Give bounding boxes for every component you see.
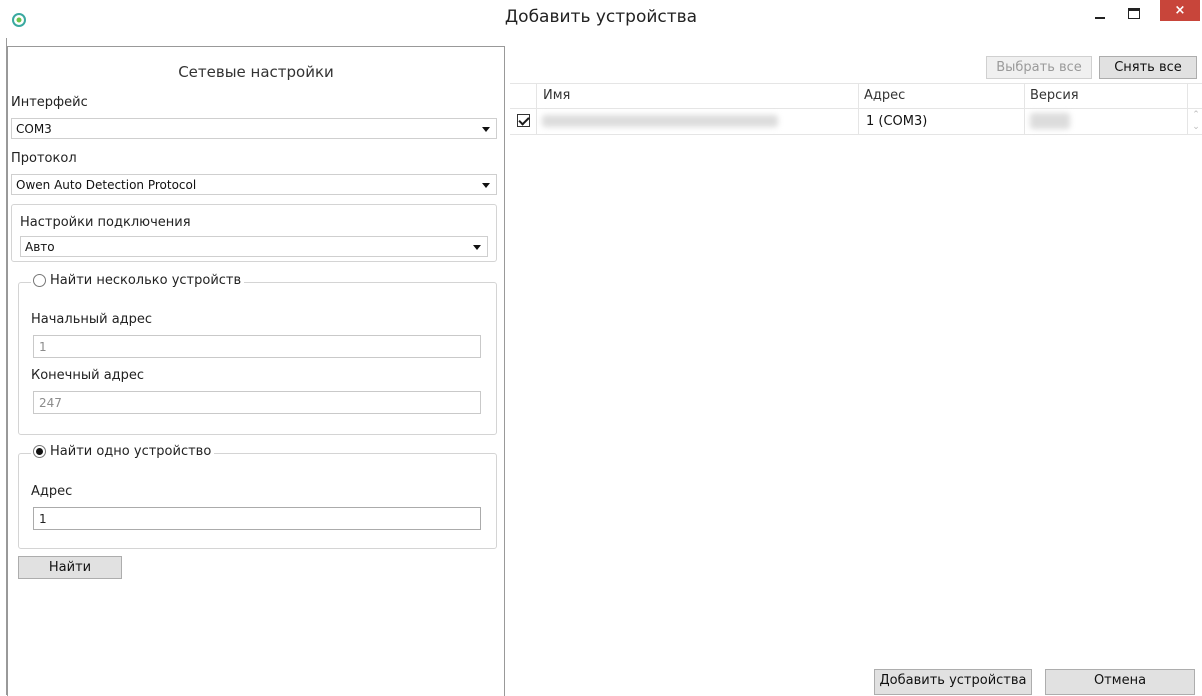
- scroll-arrows-icon[interactable]: ⌃ ⌄: [1190, 109, 1202, 135]
- column-header-version[interactable]: Версия: [1030, 88, 1079, 103]
- end-address-label: Конечный адрес: [31, 368, 145, 383]
- close-button[interactable]: ×: [1160, 0, 1200, 21]
- address-input[interactable]: 1: [33, 507, 481, 530]
- chevron-down-icon: [473, 245, 481, 250]
- end-address-input[interactable]: 247: [33, 391, 481, 414]
- table-header: Имя Адрес Версия: [510, 83, 1202, 109]
- connection-value: Авто: [25, 240, 55, 254]
- network-settings-panel: Сетевые настройки Интерфейс COM3 Протоко…: [7, 46, 505, 696]
- interface-value: COM3: [16, 122, 52, 136]
- window-left-border: [0, 38, 7, 695]
- start-address-input[interactable]: 1: [33, 335, 481, 358]
- multi-search-label: Найти несколько устройств: [50, 273, 242, 288]
- add-devices-button[interactable]: Добавить устройства: [874, 669, 1032, 695]
- find-button[interactable]: Найти: [18, 556, 122, 579]
- chevron-down-icon: [482, 183, 490, 188]
- interface-select[interactable]: COM3: [11, 118, 497, 139]
- select-all-button[interactable]: Выбрать все: [986, 56, 1092, 79]
- address-value: 1: [39, 512, 47, 526]
- maximize-icon[interactable]: [1128, 8, 1140, 19]
- title-bar: Добавить устройства ×: [0, 0, 1202, 38]
- protocol-label: Протокол: [11, 151, 77, 166]
- cancel-button[interactable]: Отмена: [1045, 669, 1195, 695]
- column-header-name[interactable]: Имя: [543, 88, 570, 103]
- chevron-down-icon: [482, 127, 490, 132]
- start-address-value: 1: [39, 340, 47, 354]
- protocol-value: Owen Auto Detection Protocol: [16, 178, 197, 192]
- single-search-radio[interactable]: Найти одно устройство: [31, 444, 215, 459]
- multi-search-radio[interactable]: Найти несколько устройств: [31, 273, 245, 288]
- section-title: Сетевые настройки: [178, 63, 334, 81]
- window-title: Добавить устройства: [504, 7, 698, 27]
- single-search-group: Адрес 1: [18, 453, 497, 549]
- single-search-label: Найти одно устройство: [50, 444, 212, 459]
- protocol-select[interactable]: Owen Auto Detection Protocol: [11, 174, 497, 195]
- deselect-all-button[interactable]: Снять все: [1099, 56, 1197, 79]
- interface-label: Интерфейс: [11, 95, 88, 110]
- row-checkbox[interactable]: [517, 114, 530, 127]
- radio-off-icon: [33, 274, 46, 287]
- multi-search-group: Начальный адрес 1 Конечный адрес 247: [18, 282, 497, 435]
- connection-settings-group: Настройки подключения Авто: [11, 204, 497, 262]
- device-version-redacted: [1030, 113, 1070, 129]
- address-label: Адрес: [31, 484, 73, 499]
- column-header-address[interactable]: Адрес: [864, 88, 905, 103]
- connection-label: Настройки подключения: [20, 215, 191, 230]
- devices-table: Имя Адрес Версия 1 (COM3): [510, 83, 1202, 139]
- table-row[interactable]: 1 (COM3): [510, 108, 1202, 135]
- connection-select[interactable]: Авто: [20, 236, 488, 257]
- device-name-redacted: [542, 115, 778, 127]
- minimize-icon[interactable]: [1095, 17, 1105, 19]
- end-address-value: 247: [39, 396, 62, 410]
- device-address: 1 (COM3): [866, 114, 928, 129]
- radio-on-icon: [33, 445, 46, 458]
- start-address-label: Начальный адрес: [31, 312, 153, 327]
